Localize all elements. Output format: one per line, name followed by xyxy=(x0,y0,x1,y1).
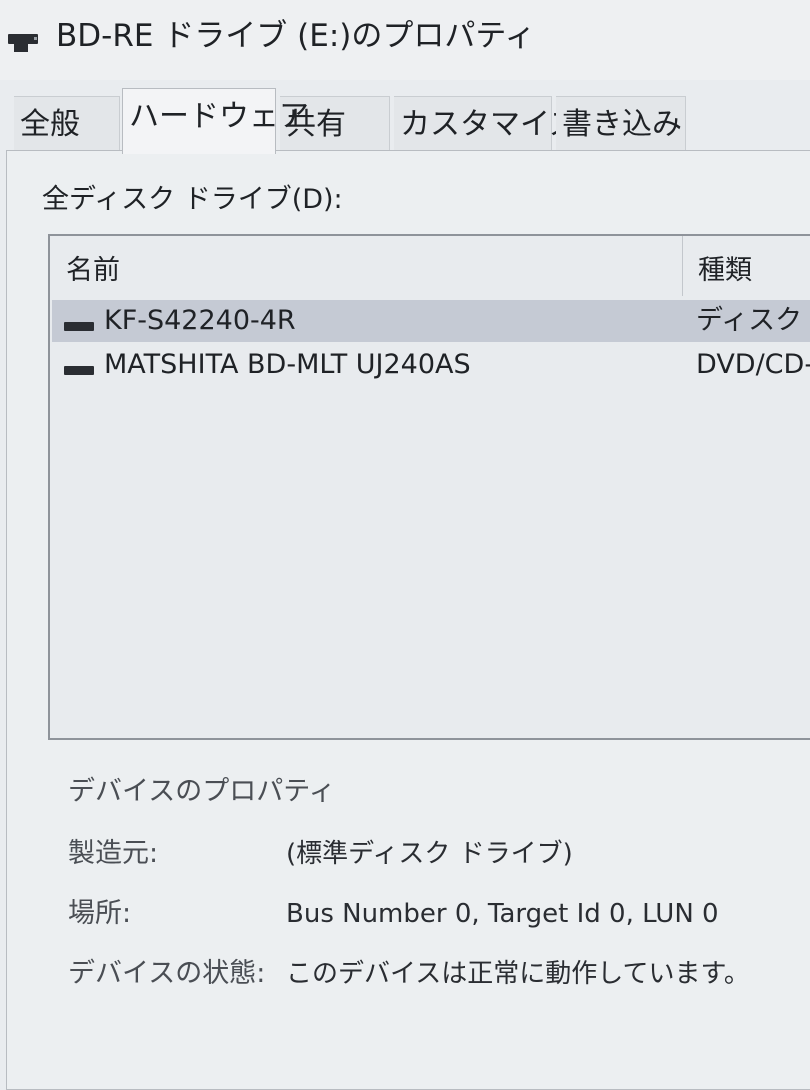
device-properties-heading: デバイスのプロパティ xyxy=(68,776,336,807)
drive-icon xyxy=(64,366,94,375)
device-type: DVD/CD- xyxy=(696,349,810,380)
location-label: 場所: xyxy=(68,898,132,929)
device-status-value: このデバイスは正常に動作しています。 xyxy=(286,959,750,989)
device-list[interactable]: 名前 種類 KF-S42240-4R ディスク ド MATSHITA BD-ML… xyxy=(48,234,810,740)
device-name: KF-S42240-4R xyxy=(104,305,296,336)
optical-drive-icon xyxy=(8,34,38,52)
column-header-type[interactable]: 種類 xyxy=(698,246,752,296)
column-divider[interactable] xyxy=(682,236,683,296)
title-bar: BD-RE ドライブ (E:)のプロパティ xyxy=(0,0,810,80)
column-header-name[interactable]: 名前 xyxy=(66,246,120,296)
tab-recording[interactable]: 書き込み xyxy=(556,96,686,152)
all-disk-drives-label: 全ディスク ドライブ(D): xyxy=(42,184,343,215)
device-row[interactable]: MATSHITA BD-MLT UJ240AS DVD/CD- xyxy=(52,344,810,386)
device-status-label: デバイスの状態: xyxy=(68,958,266,989)
tab-customize[interactable]: カスタマイズ xyxy=(394,96,579,152)
manufacturer-value: (標準ディスク ドライブ) xyxy=(286,839,573,869)
tab-general[interactable]: 全般 xyxy=(14,96,120,152)
manufacturer-label: 製造元: xyxy=(68,838,159,869)
device-row[interactable]: KF-S42240-4R ディスク ド xyxy=(52,300,810,342)
device-type: ディスク ド xyxy=(696,305,810,336)
device-name: MATSHITA BD-MLT UJ240AS xyxy=(104,349,471,380)
tab-strip: 全般 ハードウェア 共有 カスタマイズ 書き込み xyxy=(0,88,810,154)
tab-hardware[interactable]: ハードウェア xyxy=(122,88,309,154)
drive-icon xyxy=(64,322,94,331)
window-title: BD-RE ドライブ (E:)のプロパティ xyxy=(56,18,536,54)
location-value: Bus Number 0, Target Id 0, LUN 0 xyxy=(286,899,719,929)
